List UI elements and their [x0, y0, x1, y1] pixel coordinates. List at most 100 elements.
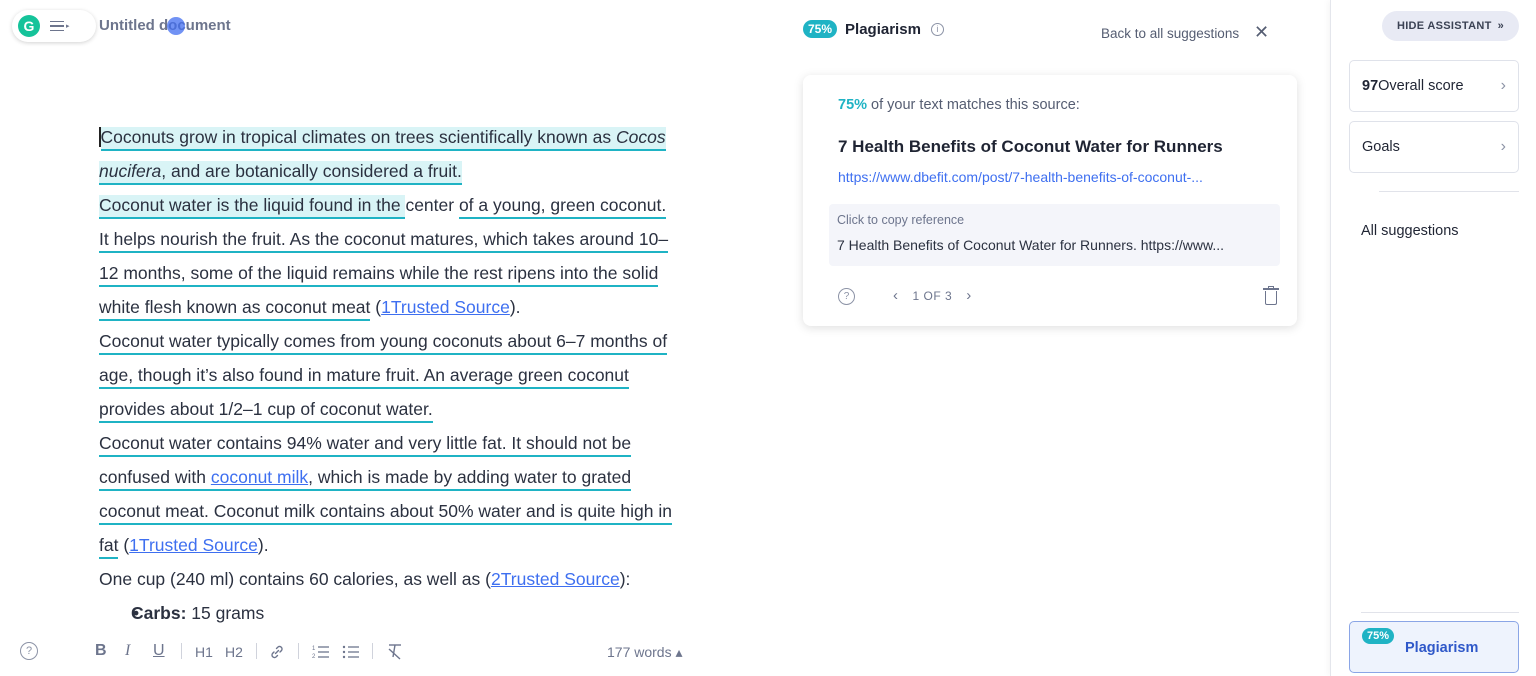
text-line: age, though it’s also found in mature fr… [99, 358, 739, 392]
grammarly-logo-icon[interactable]: G [18, 15, 40, 37]
overall-score-card[interactable]: 97 Overall score › [1349, 60, 1519, 112]
text-line: Coconut water is the liquid found in the… [99, 188, 739, 222]
copy-reference-label: Click to copy reference [837, 213, 965, 227]
copy-reference-box[interactable]: Click to copy reference 7 Health Benefit… [829, 204, 1280, 266]
hide-assistant-label: HIDE ASSISTANT [1396, 20, 1492, 32]
word-count[interactable]: 177 words ▴ [607, 644, 683, 661]
plagiarism-button[interactable]: 75% Plagiarism [1349, 621, 1519, 673]
trash-icon[interactable] [1263, 286, 1279, 305]
matched-text[interactable]: Coconut water is the liquid found in the [99, 195, 406, 219]
source-url-link[interactable]: https://www.dbefit.com/post/7-health-ben… [838, 169, 1278, 185]
matched-text[interactable]: , and are botanically considered a fruit… [161, 161, 462, 185]
matched-text[interactable]: , which is made by adding water to grate… [308, 467, 632, 491]
app-menu-pill[interactable]: G ▸ [12, 10, 96, 42]
matched-text[interactable]: fat [99, 535, 119, 559]
reference-text: 7 Health Benefits of Coconut Water for R… [837, 237, 1224, 253]
coconut-milk-link[interactable]: coconut milk [210, 467, 309, 491]
matched-text[interactable]: age, though it’s also found in mature fr… [99, 365, 629, 389]
help-icon[interactable]: ? [838, 288, 855, 305]
matched-text[interactable]: white flesh known as coconut meat [99, 297, 371, 321]
matched-text[interactable]: of a young, green coconut. [458, 195, 667, 219]
toolbar-divider [298, 643, 299, 659]
plagiarism-title: Plagiarism [845, 20, 921, 38]
underline-button[interactable]: U [153, 642, 165, 660]
hide-assistant-button[interactable]: HIDE ASSISTANT » [1382, 11, 1519, 41]
text-line: Coconuts grow in tropical climates on tr… [99, 120, 739, 154]
plagiarism-header: 75% Plagiarism i [803, 20, 944, 38]
toolbar-divider [372, 643, 373, 659]
bullet-list-icon[interactable] [342, 644, 360, 660]
chevron-left-icon[interactable]: ‹ [893, 287, 899, 304]
double-chevron-right-icon: » [1497, 20, 1505, 32]
plagiarism-source-card: 75% of your text matches this source: 7 … [803, 75, 1297, 326]
grammarly-editor: G ▸ Untitled document Coconuts grow in t… [0, 0, 1536, 676]
matched-text[interactable]: 12 months, some of the liquid remains wh… [99, 263, 659, 287]
toolbar-divider [181, 643, 182, 659]
match-percent: 75% [838, 97, 868, 113]
clear-format-icon[interactable] [387, 643, 403, 660]
matched-text[interactable]: Coconut water contains 94% water and ver… [99, 433, 632, 457]
overall-score-value: 97 [1362, 78, 1379, 94]
chevron-right-icon: › [1500, 77, 1506, 94]
document-title[interactable]: Untitled document [99, 17, 231, 34]
sidebar-divider [1361, 612, 1519, 613]
plagiarism-percent-badge: 75% [803, 20, 838, 38]
matched-text[interactable]: provides about 1/2–1 cup of coconut wate… [99, 399, 433, 423]
matched-text[interactable]: coconut meat. Coconut milk contains abou… [99, 501, 672, 525]
chevron-right-icon[interactable]: › [966, 287, 972, 304]
heading1-button[interactable]: H1 [195, 644, 213, 660]
plain-text: ( [370, 297, 382, 317]
bullet-label: Carbs: [131, 603, 187, 623]
goals-card[interactable]: Goals › [1349, 121, 1519, 173]
document-body[interactable]: Coconuts grow in tropical climates on tr… [99, 120, 739, 625]
matched-text[interactable]: Coconuts grow in tropical climates on tr… [100, 127, 616, 151]
match-pager: ‹ 1 OF 3 › [893, 287, 972, 304]
plain-text: ). [509, 297, 521, 317]
match-text: of your text matches this source: [867, 97, 1080, 113]
overall-score-label: Overall score [1378, 78, 1464, 94]
text-line: nucifera, and are botanically considered… [99, 154, 739, 188]
text-line: fat (1Trusted Source). [99, 528, 739, 562]
plain-text: center [405, 195, 459, 215]
match-summary: 75% of your text matches this source: [838, 97, 1080, 113]
trusted-source-link[interactable]: 2Trusted Source [491, 569, 620, 589]
trusted-source-link[interactable]: 1Trusted Source [129, 535, 258, 555]
text-line: confused with coconut milk, which is mad… [99, 460, 739, 494]
text-line: It helps nourish the fruit. As the cocon… [99, 222, 739, 256]
text-line: One cup (240 ml) contains 60 calories, a… [99, 562, 739, 596]
pager-label: 1 OF 3 [912, 288, 953, 303]
italic-button[interactable]: I [125, 642, 130, 660]
help-icon[interactable]: ? [20, 642, 38, 660]
sidebar-divider [1379, 191, 1519, 192]
all-suggestions-link[interactable]: All suggestions [1361, 223, 1459, 239]
heading2-button[interactable]: H2 [225, 644, 243, 660]
source-title: 7 Health Benefits of Coconut Water for R… [838, 137, 1223, 156]
info-icon[interactable]: i [930, 22, 944, 36]
plain-text: One cup (240 ml) contains 60 calories, a… [99, 569, 491, 589]
trusted-source-link[interactable]: 1Trusted Source [381, 297, 510, 317]
list-item: Carbs: 15 grams [99, 596, 739, 625]
menu-icon[interactable]: ▸ [50, 20, 70, 32]
plain-text: ): [619, 569, 631, 589]
matched-text[interactable]: It helps nourish the fruit. As the cocon… [99, 229, 669, 253]
bullet-value: 15 grams [186, 603, 265, 623]
text-line: provides about 1/2–1 cup of coconut wate… [99, 392, 739, 426]
text-line: Coconut water contains 94% water and ver… [99, 426, 739, 460]
format-toolbar: ? B I U H1 H2 12 177 words ▴ [0, 636, 740, 666]
ordered-list-icon[interactable]: 12 [312, 644, 330, 660]
bold-button[interactable]: B [95, 642, 107, 660]
plain-text: ( [118, 535, 130, 555]
svg-text:2: 2 [312, 654, 316, 660]
plain-text: ). [257, 535, 269, 555]
back-to-suggestions-link[interactable]: Back to all suggestions [1101, 26, 1239, 41]
matched-text[interactable]: confused with [99, 467, 211, 491]
plagiarism-label: Plagiarism [1405, 640, 1479, 656]
toolbar-divider [256, 643, 257, 659]
matched-text[interactable]: Coconut water typically comes from young… [99, 331, 668, 355]
close-icon[interactable]: ✕ [1254, 22, 1269, 43]
matched-text[interactable]: nucifera [99, 161, 162, 185]
text-line: Coconut water typically comes from young… [99, 324, 739, 358]
link-icon[interactable] [269, 644, 285, 660]
text-line: coconut meat. Coconut milk contains abou… [99, 494, 739, 528]
matched-text[interactable]: Cocos [616, 127, 666, 151]
